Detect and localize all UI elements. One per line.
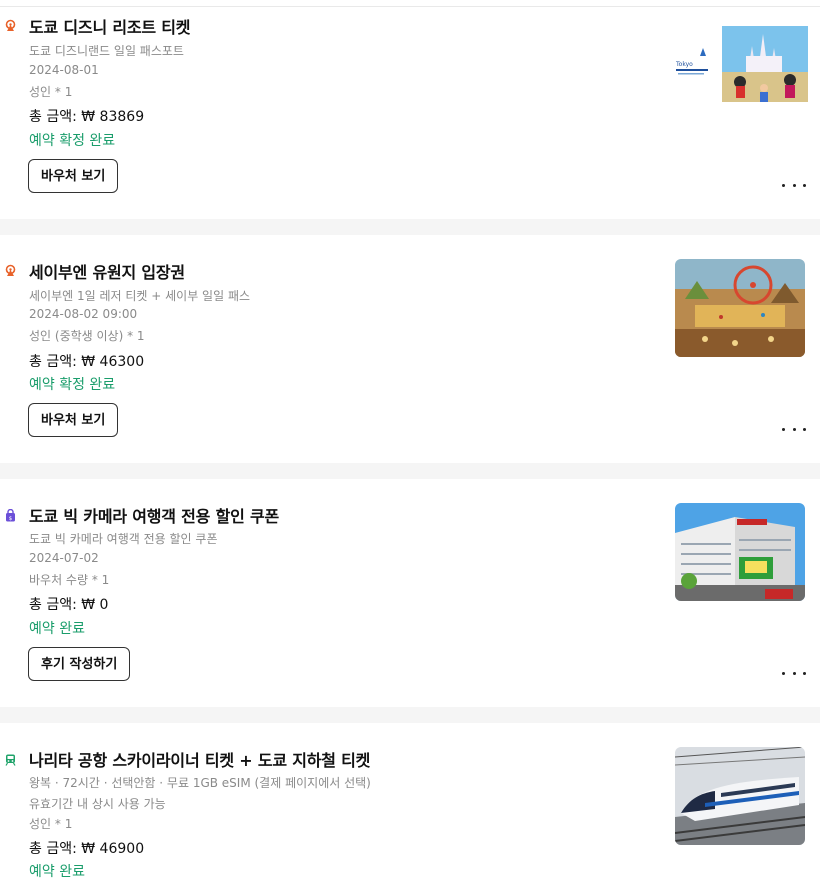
total-price: 총 금액: ₩ 46300: [29, 351, 144, 371]
usage-date: 2024-07-02: [29, 551, 99, 565]
product-thumbnail[interactable]: [675, 503, 805, 601]
reservation-status: 예약 완료: [29, 864, 85, 880]
order-title[interactable]: 도쿄 빅 카메라 여행객 전용 할인 쿠폰: [29, 503, 279, 527]
order-title[interactable]: 도쿄 디즈니 리조트 티켓: [29, 14, 191, 38]
amusement-park-icon: [5, 19, 16, 31]
order-card[interactable]: 세이부엔 유원지 입장권 세이부엔 1일 레저 티켓 + 세이부 일일 패스 2…: [0, 235, 820, 463]
quantity: 바우처 수량 * 1: [29, 573, 110, 587]
quantity: 성인 * 1: [29, 85, 73, 99]
train-icon: [5, 754, 16, 766]
quantity: 성인 (중학생 이상) * 1: [29, 329, 145, 343]
total-price-value: ₩ 46900: [81, 841, 145, 857]
product-thumbnail[interactable]: [675, 259, 805, 357]
reservation-status: 예약 완료: [29, 621, 85, 637]
more-options-icon[interactable]: [782, 424, 806, 434]
card-separator: [0, 707, 820, 723]
write-review-button[interactable]: 후기 작성하기: [28, 647, 131, 681]
option-name: 세이부엔 1일 레저 티켓 + 세이부 일일 패스: [29, 289, 251, 303]
card-separator: [0, 463, 820, 479]
order-title[interactable]: 세이부엔 유원지 입장권: [29, 259, 185, 283]
quantity: 성인 * 1: [29, 817, 73, 831]
total-price-value: ₩ 46300: [81, 354, 145, 370]
shopping-bag-icon: $: [6, 509, 15, 522]
validity-period: 유효기간 내 상시 사용 가능: [29, 797, 166, 811]
option-name: 도쿄 빅 카메라 여행객 전용 할인 쿠폰: [29, 532, 218, 546]
usage-date: 2024-08-02 09:00: [29, 307, 138, 321]
total-price-label: 총 금액:: [29, 597, 77, 613]
total-price-value: ₩ 0: [81, 597, 109, 613]
total-price: 총 금액: ₩ 46900: [29, 838, 144, 858]
reservation-status: 예약 확정 완료: [29, 377, 116, 393]
total-price: 총 금액: ₩ 83869: [29, 106, 144, 126]
total-price: 총 금액: ₩ 0: [29, 594, 108, 614]
svg-text:$: $: [9, 516, 13, 522]
product-thumbnail[interactable]: Tokyo: [672, 26, 808, 102]
order-card[interactable]: 나리타 공항 스카이라이너 티켓 + 도쿄 지하철 티켓 왕복 · 72시간 ·…: [0, 723, 820, 883]
total-price-label: 총 금액:: [29, 109, 77, 125]
option-name: 왕복 · 72시간 · 선택안함 · 무료 1GB eSIM (결제 페이지에서…: [29, 776, 371, 790]
total-price-label: 총 금액:: [29, 841, 77, 857]
view-voucher-button[interactable]: 바우처 보기: [28, 403, 119, 437]
usage-date: 2024-08-01: [29, 63, 99, 77]
order-card[interactable]: 도쿄 디즈니 리조트 티켓 도쿄 디즈니랜드 일일 패스포트 2024-08-0…: [0, 0, 820, 218]
option-name: 도쿄 디즈니랜드 일일 패스포트: [29, 44, 184, 58]
more-options-icon[interactable]: [782, 180, 806, 190]
total-price-value: ₩ 83869: [81, 109, 145, 125]
product-thumbnail[interactable]: [675, 747, 805, 845]
svg-text:Tokyo: Tokyo: [675, 61, 693, 68]
total-price-label: 총 금액:: [29, 354, 77, 370]
order-title[interactable]: 나리타 공항 스카이라이너 티켓 + 도쿄 지하철 티켓: [29, 747, 370, 771]
more-options-icon[interactable]: [782, 668, 806, 678]
order-card[interactable]: $ 도쿄 빅 카메라 여행객 전용 할인 쿠폰 도쿄 빅 카메라 여행객 전용 …: [0, 479, 820, 707]
card-separator: [0, 219, 820, 235]
view-voucher-button[interactable]: 바우처 보기: [28, 159, 119, 193]
reservation-status: 예약 확정 완료: [29, 133, 116, 149]
amusement-park-icon: [5, 264, 16, 276]
